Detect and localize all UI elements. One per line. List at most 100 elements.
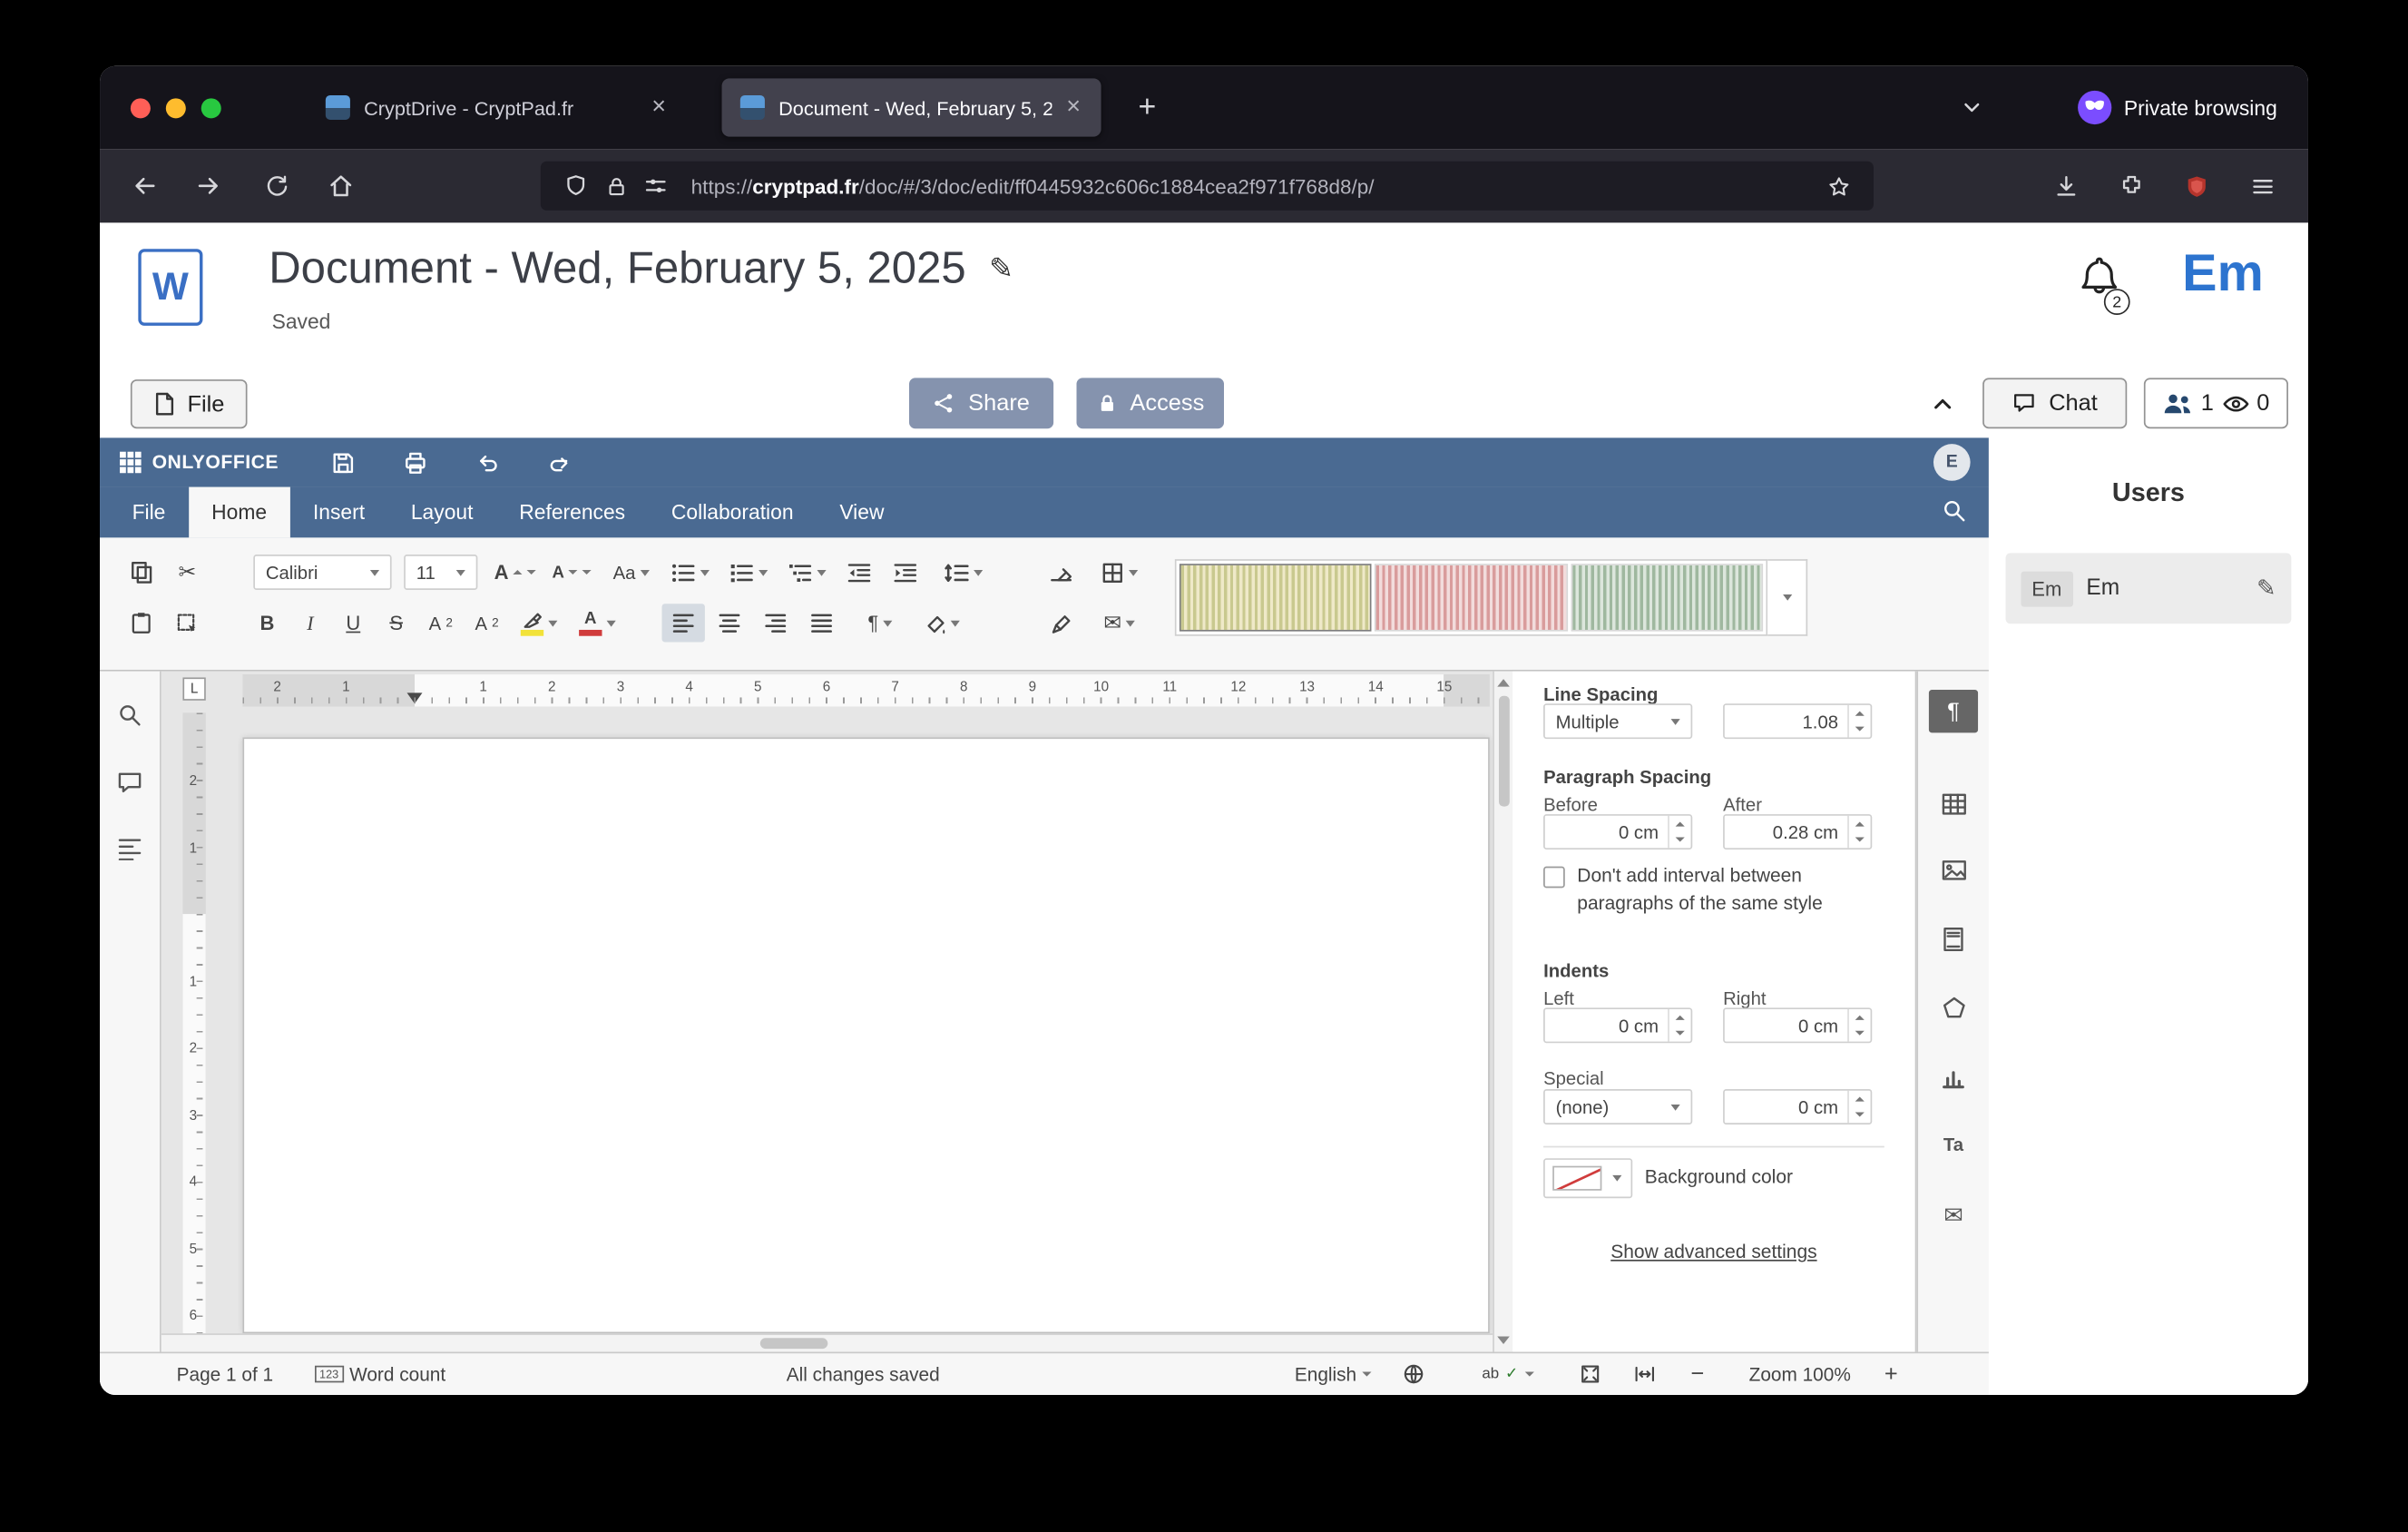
align-left-icon[interactable] bbox=[662, 604, 705, 642]
ublock-icon[interactable] bbox=[2171, 162, 2220, 211]
menu-tab-file[interactable]: File bbox=[109, 487, 189, 538]
menu-tab-layout[interactable]: Layout bbox=[387, 487, 495, 538]
line-spacing-spinner[interactable]: 1.08 bbox=[1723, 703, 1872, 739]
download-icon[interactable] bbox=[2041, 162, 2090, 211]
image-settings-icon[interactable] bbox=[1929, 848, 1978, 890]
table-borders-icon[interactable] bbox=[1089, 553, 1150, 591]
navigation-panel-icon[interactable] bbox=[117, 837, 144, 864]
interval-checkbox[interactable] bbox=[1543, 867, 1565, 889]
tab-selector-box[interactable]: L bbox=[182, 677, 205, 700]
zoom-window-button[interactable] bbox=[201, 98, 221, 118]
spin-down-icon[interactable] bbox=[1669, 1026, 1691, 1042]
user-list-item[interactable]: Em Em ✎ bbox=[2006, 553, 2292, 624]
user-avatar[interactable]: Em bbox=[2182, 244, 2264, 304]
fit-width-icon[interactable] bbox=[1632, 1353, 1657, 1395]
spin-up-icon[interactable] bbox=[1849, 1091, 1871, 1107]
zoom-out-icon[interactable]: − bbox=[1691, 1353, 1705, 1395]
tab-cryptdrive[interactable]: CryptDrive - CryptPad.fr × bbox=[308, 78, 687, 136]
bookmark-star-icon[interactable] bbox=[1818, 166, 1858, 206]
spin-down-icon[interactable] bbox=[1669, 832, 1691, 849]
fit-page-icon[interactable] bbox=[1579, 1353, 1601, 1395]
style-gallery-expand-icon[interactable] bbox=[1767, 559, 1807, 636]
vertical-scrollbar[interactable] bbox=[1493, 672, 1512, 1352]
increment-font-icon[interactable]: A bbox=[490, 553, 541, 591]
tab-document[interactable]: Document - Wed, February 5, 2 × bbox=[722, 78, 1101, 136]
horizontal-ruler[interactable]: 21123456789101112131415 bbox=[242, 674, 1489, 707]
header-footer-settings-icon[interactable] bbox=[1929, 917, 1978, 959]
spin-up-icon[interactable] bbox=[1849, 705, 1871, 722]
decrease-indent-icon[interactable] bbox=[837, 553, 879, 591]
spellcheck-icon[interactable]: ab✓ bbox=[1482, 1353, 1533, 1395]
style-preview-2[interactable] bbox=[1375, 564, 1567, 631]
spin-down-icon[interactable] bbox=[1849, 1026, 1871, 1042]
menu-tab-home[interactable]: Home bbox=[189, 487, 290, 538]
language-select[interactable]: English bbox=[1295, 1353, 1372, 1395]
redo-icon[interactable] bbox=[541, 444, 578, 481]
spacing-after-spinner[interactable]: 0.28 cm bbox=[1723, 814, 1872, 849]
clear-style-icon[interactable] bbox=[1040, 553, 1082, 591]
superscript-icon[interactable]: A2 bbox=[419, 604, 462, 642]
horizontal-scrollbar[interactable] bbox=[162, 1333, 1493, 1351]
textart-settings-icon[interactable]: Ta bbox=[1929, 1123, 1978, 1165]
permissions-icon[interactable] bbox=[636, 166, 676, 206]
spin-down-icon[interactable] bbox=[1849, 722, 1871, 738]
edit-title-icon[interactable]: ✎ bbox=[989, 252, 1013, 288]
back-icon[interactable] bbox=[120, 162, 169, 211]
bold-icon[interactable]: B bbox=[248, 604, 288, 642]
comments-panel-icon[interactable] bbox=[117, 771, 144, 799]
spin-up-icon[interactable] bbox=[1849, 1009, 1871, 1026]
access-button[interactable]: Access bbox=[1077, 378, 1224, 428]
style-preview-3[interactable] bbox=[1571, 564, 1763, 631]
mail-merge-icon[interactable]: ✉ bbox=[1089, 604, 1150, 642]
spin-down-icon[interactable] bbox=[1849, 1107, 1871, 1124]
font-color-icon[interactable]: A bbox=[570, 604, 625, 642]
align-right-icon[interactable] bbox=[754, 604, 797, 642]
lock-icon[interactable] bbox=[596, 166, 636, 206]
copy-icon[interactable] bbox=[122, 553, 162, 591]
minimize-window-button[interactable] bbox=[166, 98, 186, 118]
close-tab-icon[interactable]: × bbox=[643, 93, 674, 123]
bullets-icon[interactable] bbox=[662, 553, 718, 591]
copy-style-icon[interactable] bbox=[1040, 604, 1082, 642]
spacing-before-spinner[interactable]: 0 cm bbox=[1543, 814, 1692, 849]
indent-left-spinner[interactable]: 0 cm bbox=[1543, 1007, 1692, 1043]
share-button[interactable]: Share bbox=[909, 378, 1053, 428]
decrement-font-icon[interactable]: A bbox=[547, 553, 598, 591]
shape-settings-icon[interactable] bbox=[1929, 987, 1978, 1029]
search-icon[interactable] bbox=[1941, 497, 1967, 524]
align-center-icon[interactable] bbox=[708, 604, 750, 642]
increase-indent-icon[interactable] bbox=[883, 553, 925, 591]
font-name-select[interactable]: Calibri bbox=[253, 555, 391, 590]
menu-tab-insert[interactable]: Insert bbox=[290, 487, 388, 538]
background-color-button[interactable] bbox=[1543, 1158, 1632, 1198]
menu-hamburger-icon[interactable] bbox=[2237, 162, 2286, 211]
line-spacing-select[interactable]: Multiple bbox=[1543, 703, 1692, 739]
indent-marker-icon[interactable] bbox=[407, 692, 423, 703]
menu-tab-references[interactable]: References bbox=[496, 487, 649, 538]
chart-settings-icon[interactable] bbox=[1929, 1056, 1978, 1098]
reload-icon[interactable] bbox=[252, 162, 301, 211]
document-page[interactable] bbox=[242, 737, 1489, 1333]
justify-icon[interactable] bbox=[800, 604, 843, 642]
save-icon[interactable] bbox=[324, 444, 361, 481]
advanced-settings-link[interactable]: Show advanced settings bbox=[1512, 1242, 1914, 1263]
undo-icon[interactable] bbox=[468, 444, 505, 481]
indent-right-spinner[interactable]: 0 cm bbox=[1723, 1007, 1872, 1043]
tracking-shield-icon[interactable] bbox=[556, 166, 596, 206]
change-case-icon[interactable]: Aa bbox=[603, 553, 659, 591]
close-tab-icon[interactable]: × bbox=[1058, 93, 1089, 123]
line-spacing-icon[interactable] bbox=[935, 553, 991, 591]
scroll-up-icon[interactable] bbox=[1497, 679, 1510, 686]
paragraph-settings-icon[interactable]: ¶ bbox=[1929, 690, 1978, 732]
edit-user-icon[interactable]: ✎ bbox=[2256, 574, 2276, 602]
menu-tab-view[interactable]: View bbox=[817, 487, 907, 538]
close-window-button[interactable] bbox=[131, 98, 151, 118]
editor-user-badge[interactable]: E bbox=[1933, 444, 1971, 481]
subscript-icon[interactable]: A2 bbox=[465, 604, 508, 642]
print-icon[interactable] bbox=[396, 444, 434, 481]
special-select[interactable]: (none) bbox=[1543, 1089, 1692, 1124]
shading-icon[interactable] bbox=[914, 604, 969, 642]
forward-icon[interactable] bbox=[184, 162, 233, 211]
spin-up-icon[interactable] bbox=[1669, 816, 1691, 832]
paste-icon[interactable] bbox=[122, 604, 162, 642]
